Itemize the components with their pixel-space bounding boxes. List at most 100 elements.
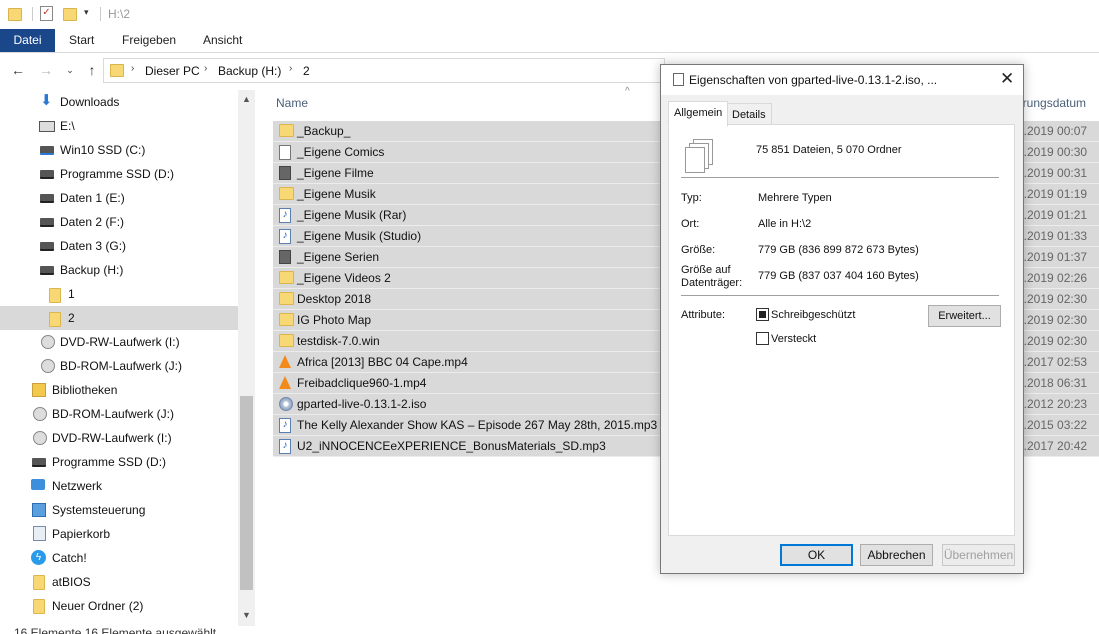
nav-item-bd-rom-2[interactable]: BD-ROM-Laufwerk (J:) — [0, 402, 238, 426]
properties-icon[interactable]: ✓ — [40, 6, 53, 21]
advanced-button[interactable]: Erweitert... — [928, 305, 1001, 327]
properties-dialog: Eigenschaften von gparted-live-0.13.1-2.… — [660, 64, 1024, 574]
cancel-button[interactable]: Abbrechen — [860, 544, 933, 566]
nav-item-folder-1[interactable]: 1 — [0, 282, 238, 306]
nav-item-folder-2[interactable]: 2 — [0, 306, 238, 330]
vlc-icon — [279, 355, 291, 368]
forward-arrow-icon[interactable]: → — [36, 60, 56, 80]
navigation-pane: ⬇ Downloads E:\ Win10 SSD (C:) Programme… — [0, 90, 238, 626]
file-name: _Eigene Musik — [297, 187, 376, 201]
file-name: Freibadclique960-1.mp4 — [297, 376, 427, 390]
folder-icon — [110, 64, 124, 77]
file-name: testdisk-7.0.win — [297, 334, 380, 348]
column-date-header[interactable]: erungsdatum — [1016, 96, 1086, 110]
new-folder-icon[interactable] — [63, 8, 77, 21]
nav-label: BD-ROM-Laufwerk (J:) — [52, 407, 175, 421]
scroll-up-icon[interactable]: ▲ — [242, 94, 251, 104]
nav-label: Daten 1 (E:) — [60, 191, 125, 205]
nav-label: Win10 SSD (C:) — [60, 143, 146, 157]
breadcrumb-backup[interactable]: Backup (H:) — [218, 64, 281, 78]
breadcrumb-dieser-pc[interactable]: Dieser PC — [145, 64, 200, 78]
recent-locations-icon[interactable]: ⌄ — [60, 60, 80, 80]
document-icon — [279, 145, 291, 160]
nav-item-catch[interactable]: ϟ Catch! — [0, 546, 238, 570]
drive-icon — [40, 218, 54, 227]
nav-scroll-thumb[interactable] — [240, 396, 253, 590]
tab-allgemein[interactable]: Allgemein — [668, 101, 729, 127]
nav-item-neuer-ordner-2[interactable]: Neuer Ordner (2) — [0, 594, 238, 618]
hidden-label[interactable]: Versteckt — [771, 333, 816, 345]
nav-item-dvd-rw-2[interactable]: DVD-RW-Laufwerk (I:) — [0, 426, 238, 450]
tab-datei[interactable]: Datei — [0, 29, 55, 52]
nav-item-win10-ssd[interactable]: Win10 SSD (C:) — [0, 138, 238, 162]
tab-ansicht[interactable]: Ansicht — [203, 29, 242, 52]
drive-icon — [40, 170, 54, 179]
chevron-right-icon[interactable]: › — [204, 63, 207, 74]
hidden-checkbox[interactable] — [756, 332, 769, 345]
nav-item-netzwerk[interactable]: Netzwerk — [0, 474, 238, 498]
nav-item-bd-rom[interactable]: BD-ROM-Laufwerk (J:) — [0, 354, 238, 378]
nav-item-systemsteuerung[interactable]: Systemsteuerung — [0, 498, 238, 522]
size-value: 779 GB (836 899 872 673 Bytes) — [758, 244, 919, 256]
file-date: 2.2019 00:07 — [1017, 124, 1088, 138]
file-date: 2.2019 01:37 — [1017, 250, 1088, 264]
file-count-summary: 75 851 Dateien, 5 070 Ordner — [756, 144, 902, 156]
libraries-icon — [32, 383, 46, 397]
nav-label: 1 — [68, 287, 75, 301]
nav-item-atbios[interactable]: atBIOS — [0, 570, 238, 594]
customize-quick-access-icon[interactable]: ▾ — [84, 7, 89, 18]
up-arrow-icon[interactable]: ↑ — [82, 60, 102, 80]
folder-icon[interactable] — [8, 8, 22, 21]
nav-item-programme-ssd[interactable]: Programme SSD (D:) — [0, 162, 238, 186]
folder-icon — [279, 124, 294, 137]
disk-size-label-line2: Datenträger: — [681, 277, 743, 289]
title-bar: ✓ ▾ H:\2 — [0, 0, 1099, 28]
chevron-right-icon[interactable]: › — [131, 63, 134, 74]
nav-item-papierkorb[interactable]: Papierkorb — [0, 522, 238, 546]
file-name: _Eigene Musik (Studio) — [297, 229, 422, 243]
music-icon: ♪ — [279, 439, 291, 454]
nav-item-bibliotheken[interactable]: Bibliotheken — [0, 378, 238, 402]
nav-item-dvd-rw[interactable]: DVD-RW-Laufwerk (I:) — [0, 330, 238, 354]
ok-button[interactable]: OK — [780, 544, 853, 566]
file-name: _Eigene Filme — [297, 166, 374, 180]
disk-size-value: 779 GB (837 037 404 160 Bytes) — [758, 270, 919, 282]
size-label: Größe: — [681, 244, 716, 256]
breadcrumb-folder-2[interactable]: 2 — [303, 64, 310, 78]
file-date: 2.2019 02:30 — [1017, 292, 1088, 306]
optical-drive-icon — [33, 431, 47, 445]
back-arrow-icon[interactable]: ← — [8, 60, 28, 80]
nav-item-backup[interactable]: Backup (H:) — [0, 258, 238, 282]
divider — [100, 7, 101, 21]
nav-item-downloads[interactable]: ⬇ Downloads — [0, 90, 238, 114]
nav-item-e-drive[interactable]: E:\ — [0, 114, 238, 138]
tab-freigeben[interactable]: Freigeben — [122, 29, 176, 52]
drive-icon — [32, 458, 46, 467]
close-icon[interactable]: ✕ — [1000, 69, 1014, 89]
apply-button[interactable]: Übernehmen — [942, 544, 1015, 566]
scroll-down-icon[interactable]: ▼ — [242, 610, 251, 620]
nav-item-daten-2[interactable]: Daten 2 (F:) — [0, 210, 238, 234]
column-name-header[interactable]: Name — [276, 96, 308, 110]
nav-item-daten-3[interactable]: Daten 3 (G:) — [0, 234, 238, 258]
drive-icon — [39, 121, 55, 132]
windows-drive-icon — [40, 146, 54, 155]
nav-item-programme-ssd-2[interactable]: Programme SSD (D:) — [0, 450, 238, 474]
folder-icon — [33, 575, 45, 590]
readonly-checkbox[interactable] — [756, 308, 769, 321]
file-date: 2.2019 01:21 — [1017, 208, 1088, 222]
nav-label: E:\ — [60, 119, 75, 133]
nav-label: Catch! — [52, 551, 87, 565]
dialog-title-bar[interactable]: Eigenschaften von gparted-live-0.13.1-2.… — [661, 65, 1023, 95]
file-date: 4.2018 06:31 — [1017, 376, 1088, 390]
readonly-label[interactable]: Schreibgeschützt — [771, 309, 855, 321]
optical-drive-icon — [33, 407, 47, 421]
nav-label: Daten 3 (G:) — [60, 239, 127, 253]
address-box[interactable]: › Dieser PC › Backup (H:) › 2 — [103, 58, 665, 83]
tab-start[interactable]: Start — [69, 29, 94, 52]
chevron-right-icon[interactable]: › — [289, 63, 292, 74]
music-icon: ♪ — [279, 418, 291, 433]
nav-item-daten-1[interactable]: Daten 1 (E:) — [0, 186, 238, 210]
folder-icon — [279, 292, 294, 305]
catch-app-icon: ϟ — [31, 550, 46, 565]
